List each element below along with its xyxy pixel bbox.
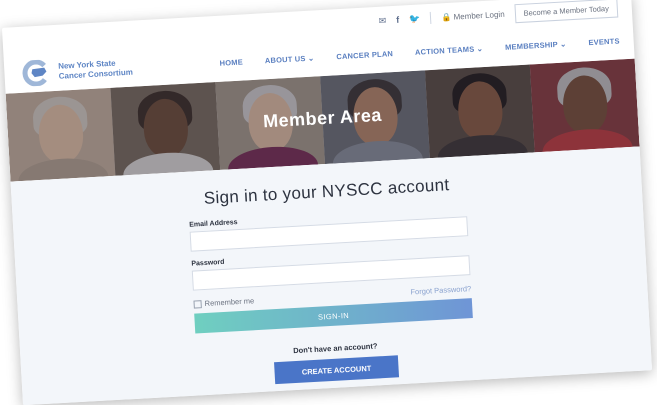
lock-icon: 🔒 bbox=[441, 12, 452, 22]
facebook-icon[interactable]: f bbox=[396, 15, 400, 25]
logo-text: New York State Cancer Consortium bbox=[58, 58, 133, 82]
forgot-password-link[interactable]: Forgot Password? bbox=[410, 284, 471, 296]
become-member-button[interactable]: Become a Member Today bbox=[514, 0, 619, 23]
create-account-button[interactable]: CREATE ACCOUNT bbox=[274, 355, 400, 385]
envelope-icon[interactable]: ✉ bbox=[378, 15, 386, 26]
nav-item-membership[interactable]: MEMBERSHIP ⌄ bbox=[505, 39, 567, 51]
twitter-icon[interactable]: 🐦 bbox=[409, 13, 421, 25]
site-logo[interactable]: New York State Cancer Consortium bbox=[18, 55, 134, 87]
nav-item-events[interactable]: EVENTS bbox=[588, 36, 620, 47]
remember-me-checkbox[interactable]: Remember me bbox=[193, 296, 255, 309]
divider bbox=[430, 11, 432, 24]
checkbox-icon bbox=[193, 299, 202, 309]
nyscc-logo-icon bbox=[18, 59, 53, 87]
nav-item-home[interactable]: HOME bbox=[219, 57, 243, 67]
member-login-link[interactable]: 🔒 Member Login bbox=[441, 9, 505, 22]
remember-me-label: Remember me bbox=[204, 296, 255, 308]
signin-form: Email Address Password Remember me Forgo… bbox=[189, 206, 473, 334]
nav-item-about-us[interactable]: ABOUT US ⌄ bbox=[265, 53, 315, 65]
member-login-label: Member Login bbox=[453, 9, 505, 22]
nav-item-cancer-plan[interactable]: CANCER PLAN bbox=[336, 49, 393, 61]
signin-section: Sign in to your NYSCC account Email Addr… bbox=[10, 146, 653, 405]
page-screenshot: ✉ f 🐦 🔒 Member Login Become a Member Tod… bbox=[1, 0, 653, 405]
nav-item-action-teams[interactable]: ACTION TEAMS ⌄ bbox=[415, 44, 484, 57]
